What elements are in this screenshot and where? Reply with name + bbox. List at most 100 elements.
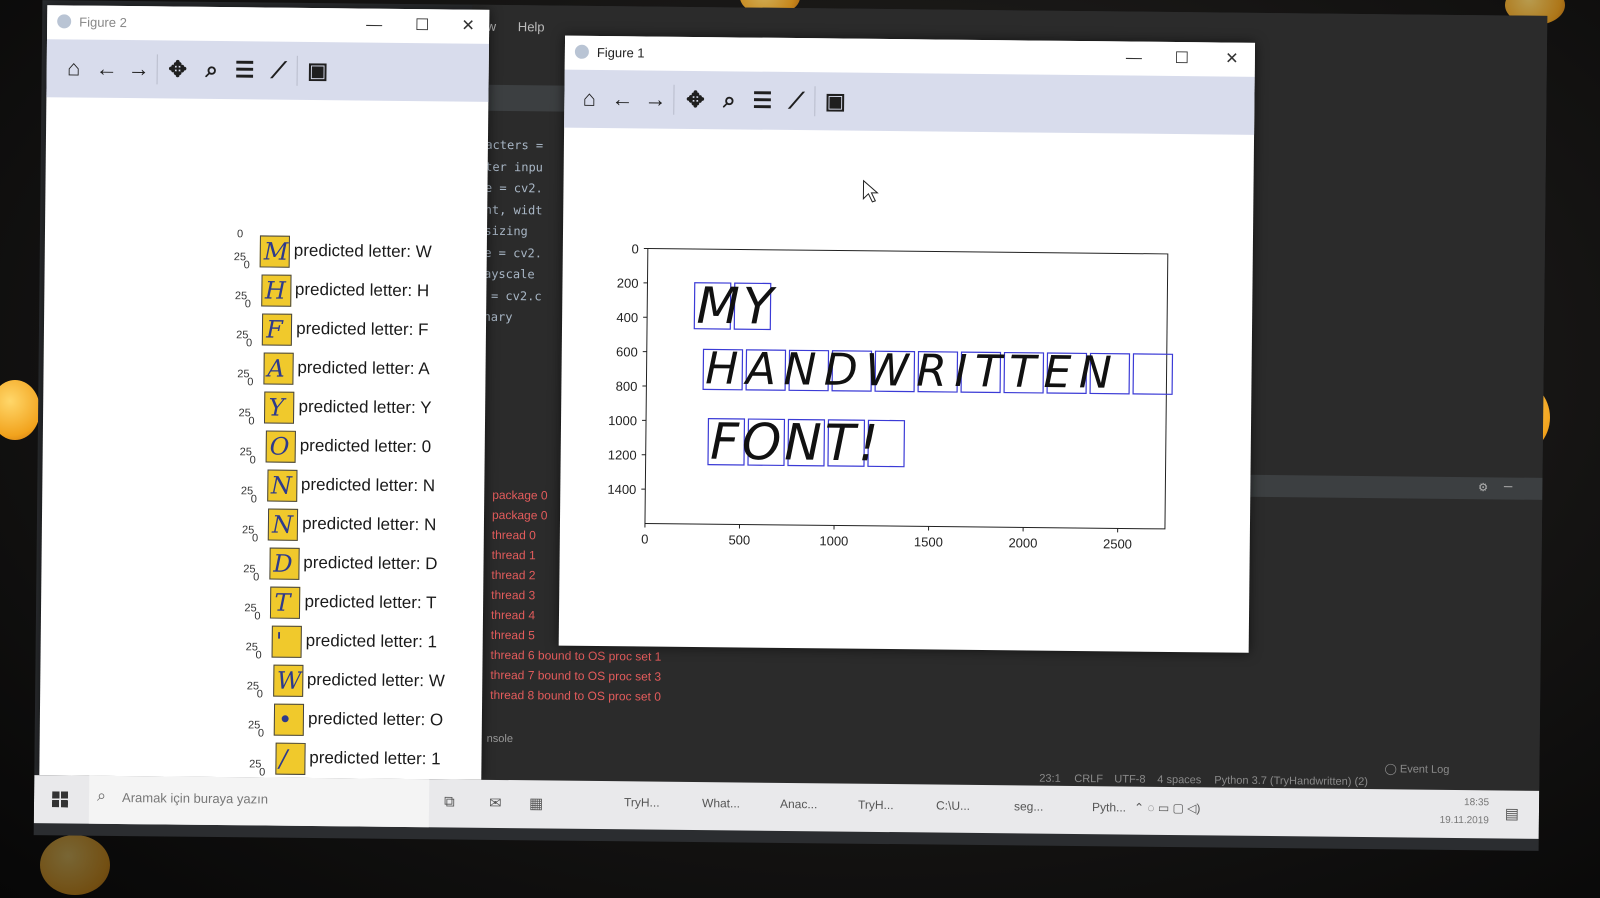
store-icon[interactable]: ▦: [529, 794, 543, 812]
axes-icon[interactable]: ⟋: [266, 57, 292, 83]
back-icon[interactable]: ←: [94, 56, 120, 82]
handwritten-line: MY: [696, 277, 777, 336]
y-tick-label: 0: [257, 727, 265, 740]
axes-icon[interactable]: ⟋: [783, 88, 809, 114]
file-encoding[interactable]: UTF-8: [1114, 773, 1145, 785]
prediction-label: predicted letter: 0: [299, 435, 432, 457]
letter-thumbnail: A: [263, 352, 294, 385]
toolbar-separator: [814, 86, 816, 117]
console-tab[interactable]: nsole: [487, 733, 513, 745]
handwritten-glyph: M: [263, 237, 289, 266]
y-tick-label: 0: [248, 415, 255, 428]
letter-thumbnail: O: [265, 430, 296, 463]
taskbar-app[interactable]: C:\U...: [936, 799, 970, 813]
letter-thumbnail: M: [259, 235, 290, 268]
maximize-icon[interactable]: ☐: [411, 15, 433, 37]
y-tick-label: 0: [249, 454, 256, 467]
minimize-panel-icon[interactable]: —: [1504, 478, 1513, 494]
close-icon[interactable]: ✕: [457, 15, 479, 37]
line-separator[interactable]: CRLF: [1074, 773, 1103, 785]
handwritten-glyph: •: [277, 705, 293, 734]
forward-icon[interactable]: →: [642, 86, 668, 112]
task-view-icon[interactable]: ⧉: [444, 793, 455, 810]
start-windows-icon[interactable]: [51, 791, 69, 808]
y-tick-label: 1200: [608, 447, 637, 462]
letter-thumbnail: F: [261, 313, 293, 346]
maximize-icon[interactable]: ☐: [1171, 48, 1193, 70]
taskbar-app[interactable]: TryH...: [624, 795, 660, 809]
letter-thumbnail: •: [273, 703, 305, 736]
clock[interactable]: 18:35 19.11.2019: [1439, 794, 1490, 831]
home-icon[interactable]: ⌂: [61, 55, 87, 81]
handwritten-line: FONT!: [710, 413, 882, 473]
letter-thumbnail: Y: [264, 391, 295, 424]
x-tick-label: 2000: [1008, 535, 1037, 550]
y-tick-label: 1000: [608, 413, 637, 428]
x-tick-label: 1000: [819, 533, 848, 548]
plot-axes: 0 200 400 600 800 1000 1200 1400 0 500 1000 1500 200…: [607, 241, 1174, 552]
pan-icon[interactable]: ✥: [682, 87, 708, 113]
handwritten-glyph: A: [267, 354, 285, 383]
handwritten-glyph: N: [271, 510, 294, 539]
indent-setting[interactable]: 4 spaces: [1157, 774, 1201, 786]
system-tray-icons[interactable]: ⌃ ◌ ▭ ▢ ◁): [1134, 801, 1201, 816]
figure2-titlebar[interactable]: Figure 2 — ☐ ✕: [47, 5, 490, 44]
subplots-icon[interactable]: ☰: [232, 57, 258, 83]
letter-thumbnail: T: [270, 586, 301, 619]
prediction-label: predicted letter: Y: [298, 396, 432, 418]
caret-position[interactable]: 23:1: [1039, 773, 1061, 785]
prediction-label: predicted letter: N: [300, 474, 436, 496]
handwritten-glyph: Y: [268, 393, 285, 422]
close-icon[interactable]: ✕: [1221, 48, 1243, 70]
y-tick-label: 0: [250, 493, 257, 506]
toolbar-separator: [673, 84, 675, 115]
y-tick-label: 0: [253, 571, 260, 584]
back-icon[interactable]: ←: [609, 86, 635, 112]
taskbar-app[interactable]: TryH...: [858, 798, 894, 812]
zoom-icon[interactable]: ⌕: [199, 57, 225, 83]
handwritten-glyph: /: [279, 744, 288, 773]
forward-icon[interactable]: →: [126, 56, 152, 82]
y-tick-label: 0: [254, 610, 261, 623]
minimize-icon[interactable]: —: [363, 15, 385, 37]
home-icon[interactable]: ⌂: [576, 86, 602, 112]
toolbar-separator: [156, 54, 158, 85]
y-tick-label: 800: [616, 379, 638, 394]
python-interpreter[interactable]: Python 3.7 (TryHandwritten) (2): [1214, 774, 1368, 788]
minimize-icon[interactable]: —: [1123, 47, 1145, 69]
figure1-plot[interactable]: 0 200 400 600 800 1000 1200 1400 0 500 1000 1500 200…: [559, 128, 1254, 653]
pan-icon[interactable]: ✥: [165, 56, 191, 82]
taskbar-app[interactable]: Pyth...: [1092, 800, 1126, 814]
taskbar-app[interactable]: seg...: [1014, 799, 1044, 813]
subplots-icon[interactable]: ☰: [749, 88, 775, 114]
y-tick-label: 0: [247, 376, 254, 389]
prediction-label: predicted letter: N: [302, 513, 437, 535]
handwritten-glyph: N: [270, 471, 293, 500]
prediction-label: predicted letter: 1: [309, 747, 441, 769]
settings-gear-icon[interactable]: ⚙: [1479, 479, 1488, 495]
figure2-title: Figure 2: [79, 14, 127, 31]
prediction-label: predicted letter: T: [304, 591, 437, 613]
action-center-icon[interactable]: ▤: [1505, 805, 1519, 823]
prediction-label: predicted letter: F: [296, 318, 429, 340]
menu-help[interactable]: Help: [518, 19, 545, 34]
mail-icon[interactable]: ✉: [489, 794, 502, 812]
taskbar-app[interactable]: What...: [702, 796, 740, 810]
letter-thumbnail: /: [275, 742, 306, 775]
letter-thumbnail: H: [260, 274, 292, 307]
y-tick-label: 0: [236, 228, 244, 241]
prediction-label: predicted letter: 1: [305, 630, 438, 652]
save-icon[interactable]: ▣: [305, 58, 331, 84]
handwritten-glyph: ': [275, 627, 283, 656]
x-tick-label: 1500: [914, 534, 943, 549]
handwritten-glyph: T: [274, 588, 291, 617]
taskbar-app[interactable]: Anac...: [780, 797, 818, 811]
handwritten-glyph: O: [269, 432, 290, 461]
save-icon[interactable]: ▣: [822, 88, 848, 114]
y-tick-label: 200: [617, 276, 639, 291]
figure1-title: Figure 1: [596, 44, 645, 61]
zoom-icon[interactable]: ⌕: [716, 87, 742, 113]
y-tick-label: 0: [251, 532, 259, 545]
letter-thumbnail: N: [267, 508, 299, 541]
figure1-window: Figure 1 — ☐ ✕ ⌂ ← → ✥ ⌕ ☰ ⟋ ▣ 0 200 400 60…: [558, 35, 1256, 653]
